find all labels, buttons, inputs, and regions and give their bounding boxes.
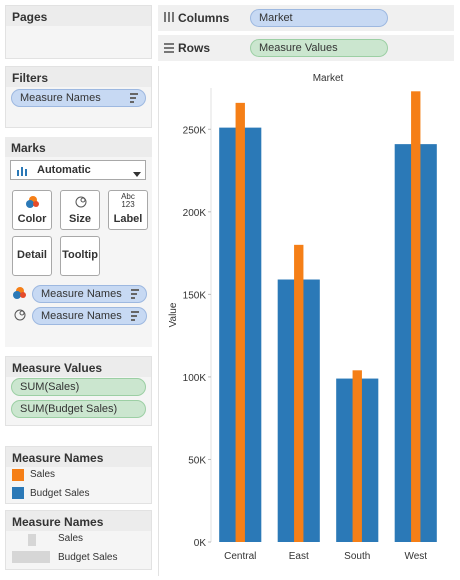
y-tick-label: 200K	[183, 208, 207, 219]
mark-type-dropdown[interactable]: Automatic	[10, 160, 146, 180]
rows-shelf: Rows Measure Values	[158, 35, 454, 61]
color-button-label: Color	[17, 213, 47, 225]
size-button[interactable]: Size	[60, 190, 100, 230]
legend-swatch-budget-sales	[12, 487, 24, 499]
color-pill-label: Measure Names	[41, 288, 122, 300]
y-tick-label: 100K	[183, 373, 207, 384]
size-pill-label: Measure Names	[41, 310, 122, 322]
columns-icon	[164, 12, 174, 22]
size-swatch-sales	[28, 534, 36, 546]
size-sort-icon	[131, 311, 139, 321]
rows-pill-measure-values[interactable]: Measure Values	[250, 39, 388, 57]
chart-title: Market	[313, 73, 344, 84]
mark-type-label: Automatic	[37, 164, 91, 176]
rows-label: Rows	[178, 41, 211, 55]
tooltip-button[interactable]: Tooltip	[60, 236, 100, 276]
size-swatch-budget-sales	[12, 551, 50, 563]
size-legend-panel: Measure Names Sales Budget Sales	[5, 510, 152, 570]
legend-label-sales: Sales	[30, 469, 56, 480]
color-legend-panel: Measure Names Sales Budget Sales	[5, 446, 152, 504]
filter-sort-icon	[130, 93, 138, 103]
y-axis-label: Value	[168, 302, 179, 327]
y-tick-label: 250K	[183, 125, 207, 136]
color-encoding-icon	[13, 287, 27, 302]
bar-chart: Market Value 0K 50K 100K 150K 200K 250K Centr…	[168, 73, 437, 562]
size-label-sales: Sales	[58, 533, 84, 544]
columns-pill-market[interactable]: Market	[250, 9, 388, 27]
x-tick-label: West	[404, 551, 427, 562]
label-button[interactable]: Abc 123 Label	[108, 190, 148, 230]
columns-shelf: Columns Market	[158, 5, 454, 31]
y-tick-label: 50K	[188, 455, 206, 466]
measure-pill-sales[interactable]: SUM(Sales)	[11, 378, 146, 396]
x-tick-label: South	[344, 551, 370, 562]
columns-label: Columns	[178, 11, 230, 25]
legend-label-budget-sales: Budget Sales	[30, 488, 90, 499]
color-pill-measure-names[interactable]: Measure Names	[32, 285, 147, 303]
bar-sales-central[interactable]	[235, 102, 245, 542]
measure-values-title: Measure Values	[6, 357, 151, 377]
y-tick-label: 150K	[183, 290, 207, 301]
bar-chart-icon	[17, 166, 29, 179]
pages-title: Pages	[6, 6, 151, 26]
x-tick-label: East	[289, 551, 309, 562]
bar-sales-south[interactable]	[352, 370, 362, 542]
measure-values-panel: Measure Values SUM(Sales) SUM(Budget Sal…	[5, 356, 152, 426]
detail-button-label: Detail	[17, 249, 47, 261]
rows-icon	[164, 43, 174, 53]
label-abc-icon: Abc 123	[121, 192, 135, 209]
chart-area: Market Value 0K 50K 100K 150K 200K 250K Centr…	[158, 66, 454, 576]
size-legend-title: Measure Names	[6, 511, 151, 531]
tooltip-button-label: Tooltip	[62, 249, 98, 261]
y-tick-label: 0K	[194, 538, 207, 549]
x-tick-label: Central	[224, 551, 256, 562]
legend-swatch-sales	[12, 469, 24, 481]
pages-panel: Pages	[5, 5, 152, 59]
filter-pill-measure-names[interactable]: Measure Names	[11, 89, 146, 107]
size-label-budget-sales: Budget Sales	[58, 552, 118, 563]
bar-sales-east[interactable]	[294, 244, 304, 542]
size-button-label: Size	[68, 213, 91, 225]
color-legend-title: Measure Names	[6, 447, 151, 467]
chevron-down-icon	[133, 168, 141, 180]
marks-title: Marks	[5, 137, 152, 157]
color-button[interactable]: Color	[12, 190, 52, 230]
size-encoding-icon	[14, 309, 26, 324]
color-icon	[26, 196, 40, 211]
label-button-label: Label	[113, 213, 143, 225]
measure-pill-budget-sales[interactable]: SUM(Budget Sales)	[11, 400, 146, 418]
filters-panel: Filters Measure Names	[5, 66, 152, 128]
filter-pill-label: Measure Names	[20, 92, 101, 104]
bar-sales-west[interactable]	[411, 91, 421, 542]
filters-title: Filters	[6, 67, 151, 87]
color-sort-icon	[131, 289, 139, 299]
size-pill-measure-names[interactable]: Measure Names	[32, 307, 147, 325]
detail-button[interactable]: Detail	[12, 236, 52, 276]
size-icon	[75, 196, 87, 211]
